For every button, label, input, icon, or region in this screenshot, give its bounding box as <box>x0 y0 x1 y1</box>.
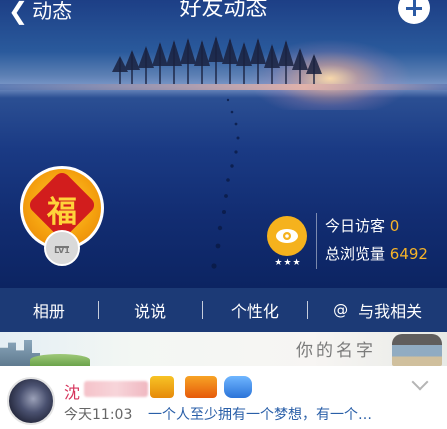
year-vip-badge-icon[interactable] <box>185 376 217 398</box>
feed-post[interactable]: 沈 今天11:03 一个人至少拥有一个梦想，有一个… <box>0 366 447 429</box>
level-badge[interactable]: LV1 <box>44 230 80 266</box>
banner-watermark: 你的名字 <box>296 341 376 361</box>
page-title: 好友动态 <box>179 0 268 21</box>
at-icon: @ <box>333 301 349 319</box>
cover-image[interactable]: ❮ 动态 好友动态 福 LV1 ★★★ 今日访客 0 总浏览量 6492 <box>0 0 447 288</box>
grass-illustration <box>30 354 90 366</box>
stats-divider <box>316 213 317 269</box>
anime-illustration <box>392 334 442 366</box>
total-views[interactable]: 总浏览量 6492 <box>325 244 428 264</box>
post-text[interactable]: 一个人至少拥有一个梦想，有一个… <box>148 404 372 424</box>
tab-related-label: 与我相关 <box>358 302 423 321</box>
tab-album[interactable]: 相册 <box>0 288 98 332</box>
tab-shuoshuo[interactable]: 说说 <box>99 288 202 332</box>
fu-character: 福 <box>47 195 77 230</box>
today-count: 0 <box>389 217 400 235</box>
post-author-name[interactable]: 沈 <box>64 379 80 403</box>
top-bar: ❮ 动态 好友动态 <box>0 0 447 26</box>
tab-related-to-me[interactable]: @ 与我相关 <box>308 288 447 332</box>
visitor-badge[interactable] <box>267 216 307 256</box>
total-count: 6492 <box>389 245 428 263</box>
today-visitors[interactable]: 今日访客 0 <box>325 216 399 236</box>
post-avatar[interactable] <box>7 377 55 425</box>
tab-personalize[interactable]: 个性化 <box>203 288 308 332</box>
feed-banner: 你的名字 <box>0 332 447 366</box>
crown-badge-icon[interactable] <box>224 376 252 398</box>
tab-bar: 相册 说说 个性化 @ 与我相关 <box>0 288 447 332</box>
vip-badge-icon[interactable] <box>150 376 174 398</box>
chevron-down-icon[interactable] <box>411 373 429 391</box>
level-label: LV1 <box>54 246 70 255</box>
rating-stars: ★★★ <box>274 258 302 268</box>
today-label: 今日访客 <box>325 217 386 235</box>
name-redaction <box>84 381 148 397</box>
post-time: 今天11:03 <box>64 407 133 423</box>
total-label: 总浏览量 <box>325 245 386 263</box>
eye-icon <box>276 229 298 243</box>
